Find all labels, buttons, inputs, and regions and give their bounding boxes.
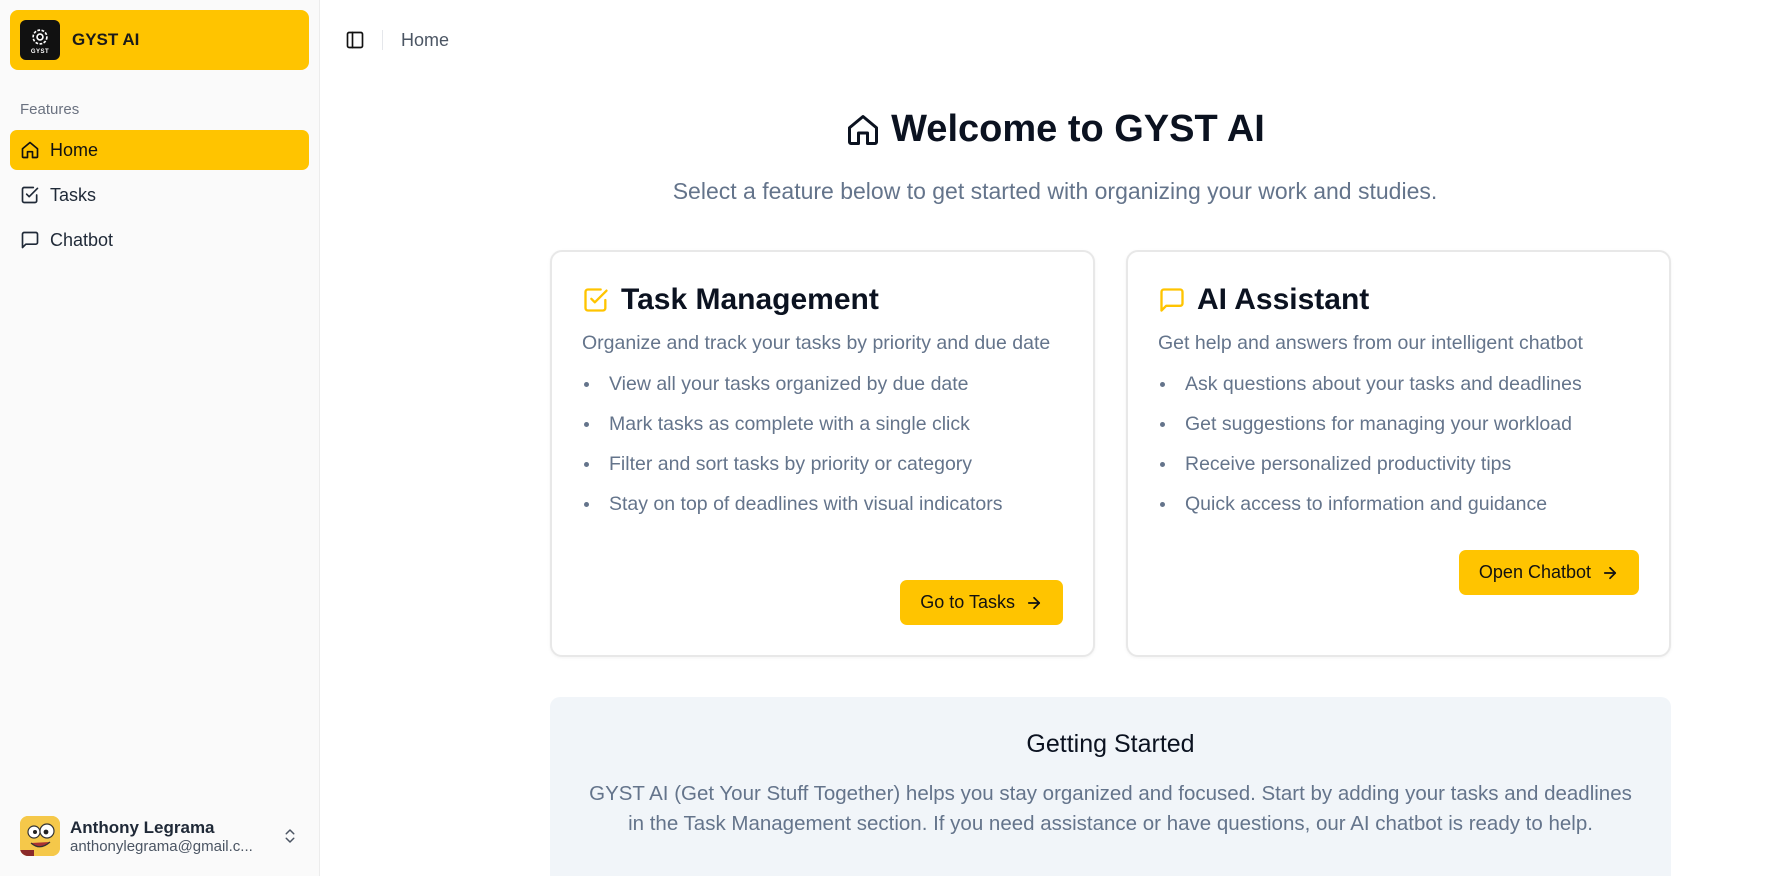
chevrons-up-down-icon[interactable]: [281, 827, 299, 845]
home-icon: [21, 141, 39, 159]
avatar-image: [20, 816, 60, 856]
list-item: Stay on top of deadlines with visual ind…: [582, 484, 1063, 524]
check-square-icon: [21, 186, 39, 204]
list-item: Get suggestions for managing your worklo…: [1158, 404, 1639, 444]
sidebar-item-label: Tasks: [50, 184, 97, 205]
user-menu[interactable]: Anthony Legrama anthonylegrama@gmail.c..…: [10, 812, 309, 860]
card-title: Task Management: [582, 282, 1063, 318]
brand-logo-text: GYST: [30, 48, 50, 55]
feature-list: View all your tasks organized by due dat…: [582, 364, 1063, 524]
sidebar-item-home[interactable]: Home: [10, 130, 309, 170]
list-item: Mark tasks as complete with a single cli…: [582, 404, 1063, 444]
user-email: anthonylegrama@gmail.c...: [70, 837, 253, 855]
brand-logo: GYST: [20, 20, 60, 60]
sidebar-nav: Home Tasks Chatbot: [10, 130, 309, 265]
app: GYST GYST AI Features Home Tasks Chatbot…: [0, 0, 1790, 876]
getting-started-panel: Getting Started GYST AI (Get Your Stuff …: [550, 697, 1671, 876]
card-title-text: Task Management: [621, 283, 879, 316]
list-item: View all your tasks organized by due dat…: [582, 364, 1063, 404]
main-content: Home Welcome to GYST AI Select a feature…: [320, 0, 1790, 876]
card-description: Get help and answers from our intelligen…: [1158, 332, 1583, 354]
user-info: Anthony Legrama anthonylegrama@gmail.c..…: [70, 818, 281, 855]
breadcrumb[interactable]: Home: [401, 30, 449, 51]
panel-left-icon: [346, 31, 364, 49]
card-title: AI Assistant: [1158, 282, 1639, 318]
check-square-icon: [584, 288, 608, 312]
avatar: [20, 816, 60, 856]
sidebar: GYST GYST AI Features Home Tasks Chatbot…: [0, 0, 320, 876]
list-item: Filter and sort tasks by priority or cat…: [582, 444, 1063, 484]
button-label: Go to Tasks: [920, 592, 1015, 612]
home-icon: [848, 114, 879, 145]
topbar: Home: [320, 0, 1790, 80]
arrow-right-icon: [1603, 566, 1617, 579]
list-item: Quick access to information and guidance: [1158, 484, 1639, 524]
getting-started-body: GYST AI (Get Your Stuff Together) helps …: [589, 782, 1632, 835]
card-description: Organize and track your tasks by priorit…: [582, 332, 1051, 354]
user-name: Anthony Legrama: [70, 817, 215, 837]
list-item: Ask questions about your tasks and deadl…: [1158, 364, 1639, 404]
features-section-label: Features: [20, 101, 80, 118]
gear-logo-icon: [32, 28, 48, 45]
sidebar-toggle-button[interactable]: [342, 27, 368, 53]
list-item: Receive personalized productivity tips: [1158, 444, 1639, 484]
message-square-icon: [21, 231, 39, 249]
page-subtitle: Select a feature below to get started wi…: [672, 178, 1438, 204]
go-to-tasks-button[interactable]: Go to Tasks: [900, 580, 1063, 625]
card-title-text: AI Assistant: [1197, 283, 1370, 316]
task-management-card: Task Management Organize and track your …: [550, 250, 1095, 657]
button-label: Open Chatbot: [1478, 562, 1591, 582]
sidebar-item-label: Home: [50, 139, 99, 160]
page-title-text: Welcome to GYST AI: [891, 108, 1265, 150]
open-chatbot-button[interactable]: Open Chatbot: [1458, 550, 1639, 595]
ai-assistant-card: AI Assistant Get help and answers from o…: [1126, 250, 1671, 657]
page-title: Welcome to GYST AI: [320, 108, 1790, 151]
brand-name: GYST AI: [72, 30, 140, 49]
topbar-divider: [382, 30, 383, 50]
message-square-icon: [1160, 288, 1184, 312]
sidebar-item-tasks[interactable]: Tasks: [10, 175, 309, 215]
getting-started-title: Getting Started: [1026, 730, 1195, 758]
feature-list: Ask questions about your tasks and deadl…: [1158, 364, 1639, 524]
arrow-right-icon: [1027, 596, 1041, 609]
brand-header[interactable]: GYST GYST AI: [10, 10, 309, 70]
sidebar-item-label: Chatbot: [50, 229, 114, 250]
sidebar-item-chatbot[interactable]: Chatbot: [10, 220, 309, 260]
